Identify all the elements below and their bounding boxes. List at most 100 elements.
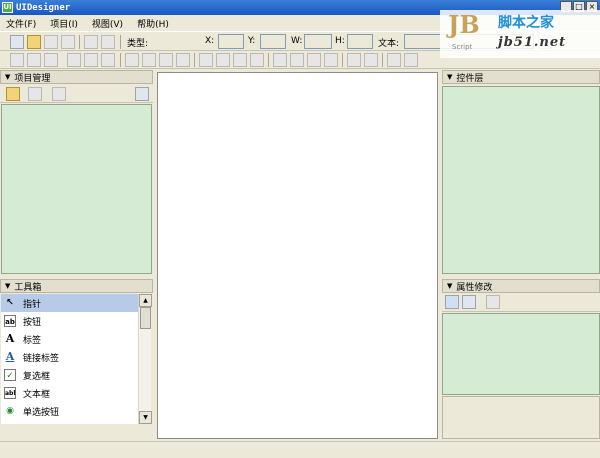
toolbox-item-radio[interactable]: ◉ 单选按钮 bbox=[1, 402, 138, 420]
property-description bbox=[442, 396, 600, 439]
toolbox-item-checkbox[interactable]: ✓ 复选框 bbox=[1, 366, 138, 384]
h-space-remove-icon[interactable] bbox=[250, 53, 264, 67]
toolbox-item-button[interactable]: ab 按钮 bbox=[1, 312, 138, 330]
properties-toolbar bbox=[442, 293, 600, 312]
v-space-decrease-icon[interactable] bbox=[307, 53, 321, 67]
collapse-triangle-icon: ▼ bbox=[447, 73, 453, 81]
toolbox-item-link-label[interactable]: A 链接标签 bbox=[1, 348, 138, 366]
label-icon: A bbox=[5, 332, 15, 345]
send-back-icon[interactable] bbox=[404, 53, 418, 67]
property-grid[interactable] bbox=[442, 313, 600, 395]
toolbar-separator bbox=[194, 53, 195, 67]
redo-icon[interactable] bbox=[101, 35, 115, 49]
h-space-decrease-icon[interactable] bbox=[233, 53, 247, 67]
logo-cn: 脚本之家 bbox=[498, 15, 554, 31]
save-all-icon[interactable] bbox=[61, 35, 75, 49]
center-horizontal-icon[interactable] bbox=[347, 53, 361, 67]
text-label: 文本: bbox=[378, 39, 400, 49]
same-width-icon[interactable] bbox=[125, 53, 139, 67]
v-space-equal-icon[interactable] bbox=[273, 53, 287, 67]
toolbox-item-label: 文本框 bbox=[23, 389, 51, 400]
watermark-logo: JB Script 脚本之家 jb51.net bbox=[440, 10, 600, 58]
project-toolbar bbox=[0, 85, 153, 103]
undo-icon[interactable] bbox=[84, 35, 98, 49]
properties-panel-title: 属性修改 bbox=[456, 282, 493, 293]
h-label: H: bbox=[335, 36, 345, 46]
new-file-icon[interactable] bbox=[10, 35, 24, 49]
toolbox-panel-title: 工具箱 bbox=[14, 282, 42, 293]
button-icon: ab bbox=[4, 315, 16, 327]
v-space-remove-icon[interactable] bbox=[324, 53, 338, 67]
toolbox-item-label: 按钮 bbox=[23, 317, 42, 328]
delete-icon[interactable] bbox=[52, 87, 66, 101]
y-label: Y: bbox=[248, 36, 256, 46]
v-space-increase-icon[interactable] bbox=[290, 53, 304, 67]
link-label-icon: A bbox=[5, 350, 15, 363]
property-pages-icon[interactable] bbox=[486, 295, 500, 309]
menu-view[interactable]: 视图(V) bbox=[92, 17, 123, 30]
toolbox-item-label-control[interactable]: A 标签 bbox=[1, 330, 138, 348]
align-left-icon[interactable] bbox=[10, 53, 24, 67]
x-label: X: bbox=[205, 36, 215, 46]
controls-layer-list[interactable] bbox=[442, 86, 600, 274]
open-folder-icon[interactable] bbox=[27, 35, 41, 49]
width-input[interactable] bbox=[304, 34, 332, 49]
status-bar bbox=[0, 441, 600, 458]
w-label: W: bbox=[291, 36, 303, 46]
project-panel-title: 项目管理 bbox=[14, 73, 51, 84]
toolbar-separator bbox=[120, 53, 121, 67]
controls-panel-header[interactable]: ▼ 控件层 bbox=[442, 70, 600, 84]
toolbox-item-label: 单选按钮 bbox=[23, 407, 60, 418]
add-folder-icon[interactable] bbox=[6, 87, 20, 101]
bring-front-icon[interactable] bbox=[387, 53, 401, 67]
checkbox-icon: ✓ bbox=[4, 369, 16, 381]
alphabetical-sort-icon[interactable] bbox=[462, 295, 476, 309]
align-center-icon[interactable] bbox=[27, 53, 41, 67]
toolbox-item-label: 链接标签 bbox=[23, 353, 60, 364]
y-input[interactable] bbox=[260, 34, 286, 49]
same-size-icon[interactable] bbox=[159, 53, 173, 67]
toolbox-scrollbar[interactable]: ▲ ▼ bbox=[138, 294, 152, 424]
app-icon: UI bbox=[2, 2, 13, 13]
x-input[interactable] bbox=[218, 34, 244, 49]
menu-help[interactable]: 帮助(H) bbox=[137, 17, 169, 30]
radio-icon: ◉ bbox=[6, 406, 14, 416]
align-top-icon[interactable] bbox=[67, 53, 81, 67]
toolbar-separator bbox=[382, 53, 383, 67]
textbox-icon: abl bbox=[4, 387, 16, 399]
logo-script: Script bbox=[452, 43, 473, 51]
project-tree[interactable] bbox=[1, 104, 152, 274]
toolbox-item-pointer[interactable]: ↖ 指针 bbox=[1, 294, 138, 312]
collapse-triangle-icon: ▼ bbox=[5, 282, 11, 290]
pin-icon[interactable] bbox=[135, 87, 149, 101]
same-height-icon[interactable] bbox=[142, 53, 156, 67]
scroll-up-icon[interactable]: ▲ bbox=[139, 294, 152, 307]
align-right-icon[interactable] bbox=[44, 53, 58, 67]
align-middle-icon[interactable] bbox=[84, 53, 98, 67]
toolbox-item-textbox[interactable]: abl 文本框 bbox=[1, 384, 138, 402]
toolbar-separator bbox=[342, 53, 343, 67]
toolbox-panel-header[interactable]: ▼ 工具箱 bbox=[0, 279, 153, 293]
toolbar-separator bbox=[79, 35, 80, 49]
controls-panel-title: 控件层 bbox=[456, 73, 484, 84]
save-icon[interactable] bbox=[44, 35, 58, 49]
logo-url: jb51.net bbox=[498, 35, 567, 50]
type-label: 类型: bbox=[127, 39, 149, 49]
menu-project[interactable]: 项目(I) bbox=[50, 17, 78, 30]
center-vertical-icon[interactable] bbox=[364, 53, 378, 67]
toolbox-item-label: 标签 bbox=[23, 335, 42, 346]
align-bottom-icon[interactable] bbox=[101, 53, 115, 67]
scroll-thumb[interactable] bbox=[140, 307, 151, 329]
scroll-down-icon[interactable]: ▼ bbox=[139, 411, 152, 424]
add-item-icon[interactable] bbox=[28, 87, 42, 101]
logo-jb: JB bbox=[448, 10, 480, 39]
categorized-icon[interactable] bbox=[445, 295, 459, 309]
design-canvas[interactable] bbox=[157, 72, 438, 439]
project-panel-header[interactable]: ▼ 项目管理 bbox=[0, 70, 153, 84]
h-space-increase-icon[interactable] bbox=[216, 53, 230, 67]
center-icon[interactable] bbox=[176, 53, 190, 67]
h-space-equal-icon[interactable] bbox=[199, 53, 213, 67]
properties-panel-header[interactable]: ▼ 属性修改 bbox=[442, 279, 600, 293]
height-input[interactable] bbox=[347, 34, 373, 49]
menu-file[interactable]: 文件(F) bbox=[6, 17, 36, 30]
